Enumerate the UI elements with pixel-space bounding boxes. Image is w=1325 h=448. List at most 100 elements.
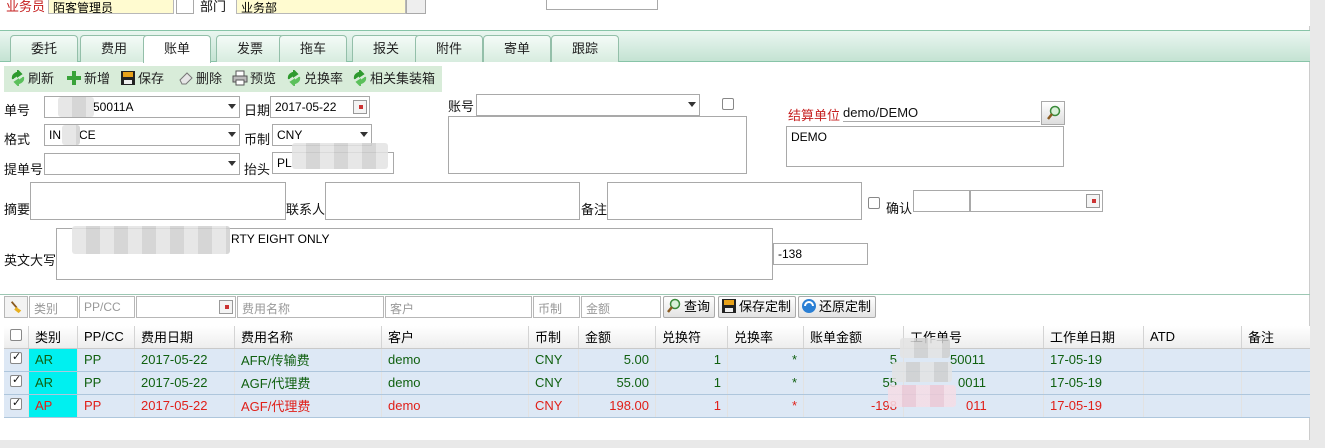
redacted-block [892,362,952,382]
col-header-fee-date[interactable]: 费用日期 [134,326,235,349]
row-select-cell[interactable] [4,371,29,395]
account-checkbox[interactable] [722,98,734,110]
cell-atd [1143,348,1242,372]
chevron-down-icon [228,161,236,166]
cell-fee-name: AGF/代理费 [234,371,382,395]
contact-label: 联系人 [286,202,326,217]
save-button[interactable]: 保存 [120,70,164,88]
cell-fee-date: 2017-05-22 [134,371,235,395]
cell-customer: demo [381,371,529,395]
ppcc-filter-input[interactable]: PP/CC [79,296,135,318]
col-header-type[interactable]: 类别 [28,326,78,349]
col-header-remark[interactable]: 备注 [1241,326,1315,349]
cell-amount: 5.00 [578,348,656,372]
tab-entrust[interactable]: 委托 [10,35,78,62]
tab-mail[interactable]: 寄单 [483,35,551,62]
tab-trucking[interactable]: 拖车 [279,35,347,62]
contact-field[interactable] [325,182,580,220]
delete-label: 删除 [196,71,223,86]
exchange-rate-button[interactable]: 兑换率 [286,70,343,88]
col-header-customer[interactable]: 客户 [381,326,529,349]
calendar-icon[interactable] [1086,194,1100,208]
preview-button[interactable]: 预览 [232,70,276,88]
delete-button[interactable]: 删除 [178,70,222,88]
col-header-ppcc[interactable]: PP/CC [77,326,135,349]
cell-ppcc: PP [77,371,135,395]
col-header-currency[interactable]: 币制 [528,326,579,349]
col-header-exchange-rate[interactable]: 兑换率 [727,326,804,349]
dept-label: 部门 [200,0,227,14]
settle-search-button[interactable] [1041,101,1065,125]
total-amount-field[interactable]: -138 [773,243,868,265]
col-header-fee-name[interactable]: 费用名称 [234,326,382,349]
amount-filter-input[interactable]: 金额 [581,296,661,318]
summary-field[interactable] [30,182,286,220]
account-select[interactable] [476,94,700,116]
confirm-checkbox[interactable] [868,197,880,209]
exchange-rate-label: 兑换率 [304,71,344,86]
restore-custom-button[interactable]: 还原定制 [798,296,877,318]
clear-filter-button[interactable] [4,296,28,318]
table-row[interactable]: AR PP 2017-05-22 AGF/代理费 demo CNY 55.00 … [4,371,1315,395]
remark-field[interactable] [607,182,862,220]
tab-customs[interactable]: 报关 [352,35,420,62]
date-filter-input[interactable] [136,296,236,318]
bl-no-select[interactable] [44,153,240,175]
confirm-user-field[interactable] [913,190,970,212]
currency-filter-input[interactable]: 币制 [533,296,580,318]
cell-currency: CNY [528,348,579,372]
type-filter-input[interactable]: 类别 [29,296,78,318]
cell-currency: CNY [528,371,579,395]
account-label: 账号 [448,99,475,114]
tab-bill[interactable]: 账单 [143,35,211,63]
confirm-date-field[interactable] [970,190,1103,212]
row-checkbox[interactable] [10,350,22,364]
tab-fees[interactable]: 费用 [80,35,148,62]
row-checkbox[interactable] [10,396,22,410]
query-button[interactable]: 查询 [663,296,716,318]
page-scrollbar[interactable] [1310,0,1325,448]
salesman-field[interactable]: 陌客管理员 [48,0,174,14]
row-checkbox[interactable] [10,373,22,387]
select-all-checkbox[interactable] [10,329,22,342]
customer-filter-input[interactable]: 客户 [385,296,532,318]
chevron-down-icon [228,132,236,137]
tab-attachments[interactable]: 附件 [415,35,483,62]
top-extra-field[interactable] [546,0,658,10]
col-header-bill-amount[interactable]: 账单金额 [803,326,904,349]
refresh-label: 刷新 [28,71,55,86]
cell-job-date: 17-05-19 [1043,394,1144,418]
cell-type: AR [28,371,78,395]
col-header-atd[interactable]: ATD [1143,326,1242,349]
dept-dropdown-button[interactable] [406,0,426,14]
related-containers-button[interactable]: 相关集装箱 [352,70,435,88]
tab-invoice[interactable]: 发票 [216,35,284,62]
select-all-cell[interactable] [4,326,29,349]
date-field[interactable]: 2017-05-22 [270,96,370,118]
settle-unit-textarea[interactable]: DEMO [786,126,1064,167]
save-custom-button[interactable]: 保存定制 [718,296,797,318]
fee-name-filter-input[interactable]: 费用名称 [237,296,384,318]
related-containers-label: 相关集装箱 [370,71,436,86]
calendar-icon[interactable] [353,100,367,114]
calendar-icon[interactable] [219,300,233,314]
top-info-bar: 业务员 陌客管理员 部门 业务部 [0,0,1310,26]
salesman-dropdown-button[interactable] [176,0,194,14]
tab-tracking[interactable]: 跟踪 [551,35,619,62]
col-header-job-date[interactable]: 工作单日期 [1043,326,1144,349]
row-select-cell[interactable] [4,394,29,418]
cell-type: AR [28,348,78,372]
account-textarea[interactable] [448,116,747,174]
table-row[interactable]: AP PP 2017-05-22 AGF/代理费 demo CNY 198.00… [4,394,1315,418]
refresh-button[interactable]: 刷新 [10,70,54,88]
bill-toolbar: 刷新 新增 保存 删除 预览 兑换率 相关集装箱 [4,66,442,92]
col-header-amount[interactable]: 金额 [578,326,656,349]
add-button[interactable]: 新增 [66,70,110,88]
cell-exchange-rate: * [727,371,804,395]
col-header-exchange-op[interactable]: 兑换符 [655,326,728,349]
format-label: 格式 [4,132,31,147]
filter-row: 类别 PP/CC 费用名称 客户 币制 金额 查询 保存定制 还原定制 [0,296,1310,320]
row-select-cell[interactable] [4,348,29,372]
table-row[interactable]: AR PP 2017-05-22 AFR/传输费 demo CNY 5.00 1… [4,348,1315,372]
dept-field[interactable]: 业务部 [236,0,406,14]
